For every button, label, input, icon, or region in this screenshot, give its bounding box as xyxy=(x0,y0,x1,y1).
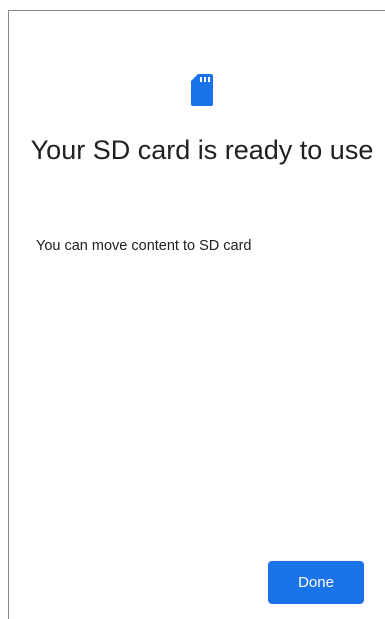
sd-card-icon xyxy=(191,74,213,106)
dialog-title: Your SD card is ready to use xyxy=(30,135,374,165)
dialog-subtitle: You can move content to SD card xyxy=(36,238,252,254)
done-button[interactable]: Done xyxy=(268,561,364,604)
